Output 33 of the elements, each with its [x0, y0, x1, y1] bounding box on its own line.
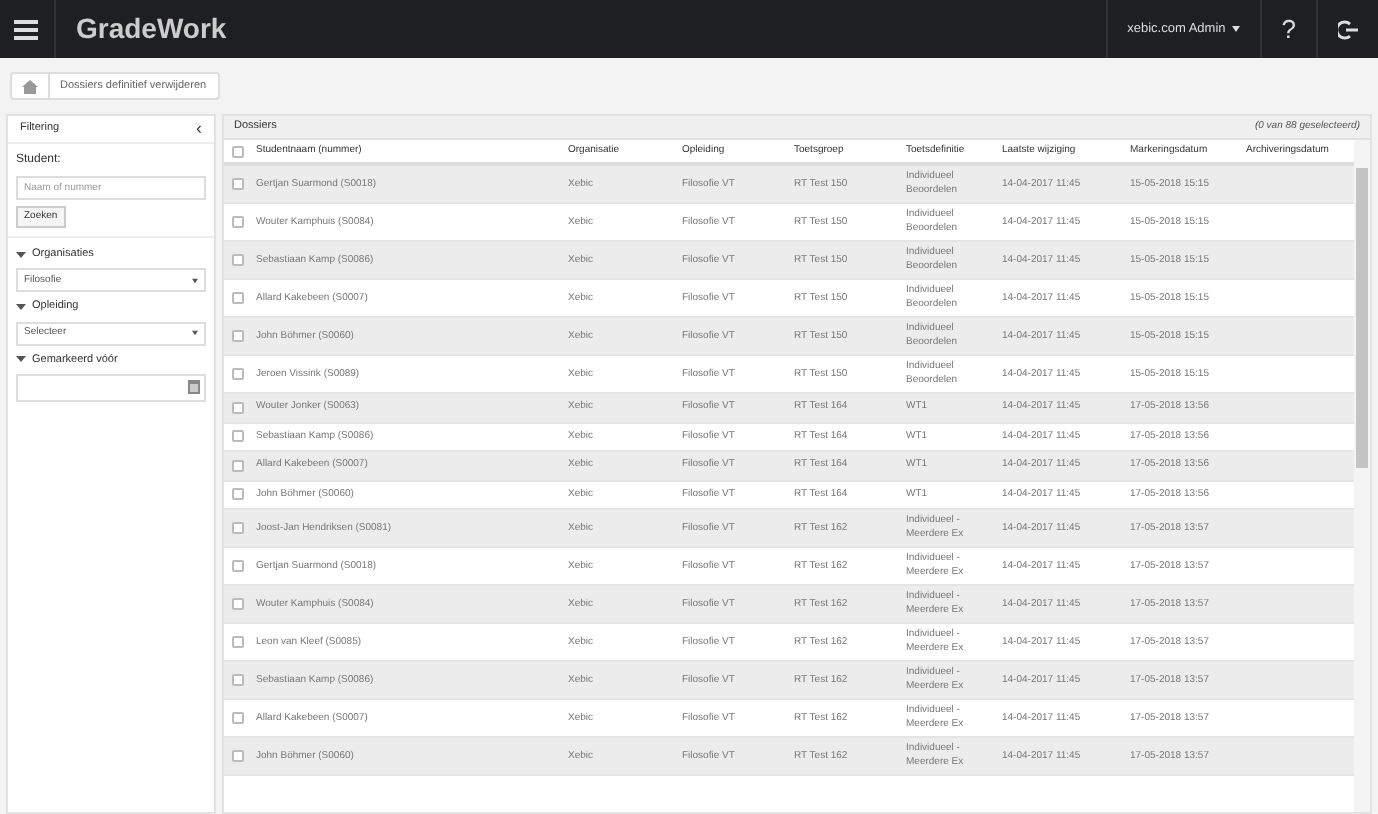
expand-caret-icon[interactable] — [16, 354, 26, 365]
row-checkbox[interactable] — [232, 598, 244, 610]
logout-icon[interactable] — [1338, 19, 1358, 39]
row-checkbox[interactable] — [232, 560, 244, 572]
row-checkbox[interactable] — [232, 488, 244, 501]
row-checkbox[interactable] — [232, 674, 244, 686]
caret-icon — [192, 330, 198, 336]
home-icon[interactable] — [22, 79, 38, 93]
collapse-button[interactable]: ‹ — [196, 120, 202, 138]
row-checkbox[interactable] — [232, 330, 244, 342]
calendar-icon[interactable] — [188, 380, 200, 395]
row-checkbox[interactable] — [232, 712, 244, 724]
menu-icon[interactable] — [14, 19, 38, 39]
caret-icon — [192, 277, 198, 284]
row-checkbox[interactable] — [232, 459, 244, 472]
row-checkbox[interactable] — [232, 636, 244, 648]
row-checkbox[interactable] — [232, 401, 244, 414]
row-checkbox[interactable] — [232, 145, 244, 157]
row-checkbox[interactable] — [232, 254, 244, 266]
scrollbar[interactable] — [1354, 140, 1370, 812]
date-field[interactable] — [16, 373, 206, 402]
row-checkbox[interactable] — [232, 178, 244, 190]
app-title[interactable]: GradeWork — [76, 8, 227, 50]
help-button[interactable]: ? — [1281, 9, 1296, 49]
row-checkbox[interactable] — [232, 522, 244, 534]
row-checkbox[interactable] — [232, 430, 244, 443]
expand-caret-icon[interactable] — [16, 249, 26, 260]
caret-icon[interactable] — [1231, 26, 1240, 32]
row-checkbox[interactable] — [232, 368, 244, 380]
expand-caret-icon[interactable] — [16, 301, 26, 312]
row-checkbox[interactable] — [232, 292, 244, 304]
row-checkbox[interactable] — [232, 750, 244, 762]
row-checkbox[interactable] — [232, 216, 244, 228]
